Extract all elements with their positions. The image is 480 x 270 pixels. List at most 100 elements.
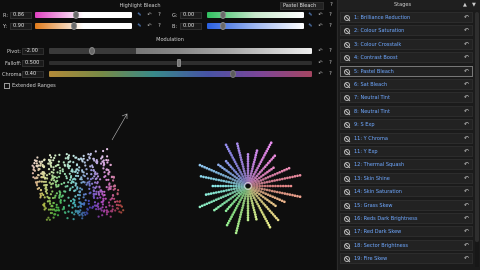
stage-item[interactable]: 15: Grass Skew ↶	[340, 199, 473, 211]
slider-knob[interactable]	[230, 70, 236, 78]
hue-value-r[interactable]: 0.86	[10, 12, 32, 19]
chroma-value[interactable]: 0.40	[22, 71, 44, 78]
hue-slider-b[interactable]	[207, 22, 304, 30]
help-icon[interactable]: ?	[156, 23, 163, 30]
slider-knob[interactable]	[220, 11, 226, 19]
help-icon[interactable]: ?	[327, 60, 334, 67]
disable-icon[interactable]	[344, 175, 350, 182]
slider-knob[interactable]	[177, 59, 181, 67]
move-down-icon[interactable]: ▼	[472, 2, 476, 8]
reset-icon[interactable]: ↶	[464, 121, 469, 128]
reset-icon[interactable]: ↶	[464, 68, 469, 75]
reset-icon[interactable]: ↶	[464, 175, 469, 182]
stage-item[interactable]: 12: Thermal Squash ↶	[340, 159, 473, 171]
reset-icon[interactable]: ↶	[146, 23, 153, 30]
reset-icon[interactable]: ↶	[464, 41, 469, 48]
help-icon[interactable]: ?	[327, 71, 334, 78]
eyedropper-icon[interactable]: ✎	[136, 23, 143, 30]
reset-icon[interactable]: ↶	[464, 161, 469, 168]
disable-icon[interactable]	[344, 202, 350, 209]
hue-value-b[interactable]: 0.00	[180, 23, 202, 30]
stage-item[interactable]: 11: Y Chroma ↶	[340, 132, 473, 144]
stage-item[interactable]: 3: Colour Crosstalk ↶	[340, 38, 473, 50]
stage-item[interactable]: 9: S Exp ↶	[340, 119, 473, 131]
stage-item[interactable]: 14: Skin Saturation ↶	[340, 186, 473, 198]
reset-icon[interactable]: ↶	[464, 135, 469, 142]
pivot-slider[interactable]	[49, 47, 312, 55]
help-icon[interactable]: ?	[156, 12, 163, 19]
scrollbar[interactable]	[475, 12, 479, 267]
disable-icon[interactable]	[344, 15, 350, 21]
help-icon[interactable]: ?	[328, 2, 335, 9]
help-icon[interactable]: ?	[327, 12, 334, 19]
reset-icon[interactable]: ↶	[464, 94, 469, 101]
move-up-icon[interactable]: ▲	[463, 2, 467, 8]
reset-icon[interactable]: ↶	[464, 27, 469, 34]
stage-item[interactable]: 6: Sat Bleach ↶	[340, 79, 473, 90]
slider-knob[interactable]	[220, 22, 226, 30]
disable-icon[interactable]	[344, 108, 350, 115]
stage-item[interactable]: 8: Neutral Tint ↶	[340, 105, 473, 117]
disable-icon[interactable]	[344, 189, 350, 196]
stage-item[interactable]: 7: Neutral Tint ↶	[340, 92, 473, 104]
disable-icon[interactable]	[344, 216, 350, 222]
slider-knob[interactable]	[73, 11, 79, 19]
stage-item[interactable]: 5: Pastel Bleach ↶	[340, 65, 473, 77]
reset-icon[interactable]: ↶	[464, 202, 469, 209]
reset-icon[interactable]: ↶	[146, 12, 153, 19]
reset-icon[interactable]: ↶	[464, 188, 469, 195]
disable-icon[interactable]	[344, 28, 350, 35]
disable-icon[interactable]	[344, 229, 350, 236]
stage-item[interactable]: 16: Reds Dark Brightness ↶	[340, 213, 473, 224]
reset-icon[interactable]: ↶	[464, 228, 469, 235]
reset-icon[interactable]: ↶	[317, 71, 324, 78]
eyedropper-icon[interactable]: ✎	[307, 23, 314, 30]
disable-icon[interactable]	[344, 256, 350, 263]
reset-icon[interactable]: ↶	[317, 12, 324, 19]
colour-volume-visualization[interactable]	[0, 92, 336, 270]
stage-item[interactable]: 13: Skin Shine ↶	[340, 172, 473, 184]
eyedropper-icon[interactable]: ✎	[136, 12, 143, 19]
stage-item[interactable]: 11: Y Exp ↶	[340, 146, 473, 157]
hue-value-g[interactable]: 0.00	[180, 12, 202, 19]
stage-item[interactable]: 19: Fire Skew ↶	[340, 253, 473, 265]
stage-item[interactable]: 18: Sector Brightness ↶	[340, 239, 473, 251]
stage-item[interactable]: 4: Contrast Boost ↶	[340, 52, 473, 64]
reset-icon[interactable]: ↶	[317, 48, 324, 55]
extended-ranges-checkbox[interactable]	[4, 83, 10, 89]
stage-item[interactable]: 17: Red Dark Skew ↶	[340, 226, 473, 238]
preset-select[interactable]: Pastel Bleach	[280, 2, 324, 10]
slider-knob[interactable]	[89, 47, 95, 55]
pivot-value[interactable]: -2.00	[22, 48, 44, 55]
hue-slider-r[interactable]	[35, 11, 132, 19]
reset-icon[interactable]: ↶	[317, 60, 324, 67]
reset-icon[interactable]: ↶	[464, 255, 469, 262]
disable-icon[interactable]	[344, 242, 350, 249]
reset-icon[interactable]: ↶	[317, 23, 324, 30]
disable-icon[interactable]	[344, 68, 350, 75]
disable-icon[interactable]	[344, 149, 350, 155]
reset-icon[interactable]: ↶	[464, 242, 469, 249]
reset-icon[interactable]: ↶	[464, 14, 469, 21]
disable-icon[interactable]	[344, 82, 350, 88]
reset-icon[interactable]: ↶	[464, 108, 469, 115]
reset-icon[interactable]: ↶	[464, 81, 469, 88]
reset-icon[interactable]: ↶	[464, 215, 469, 222]
hue-slider-y[interactable]	[35, 22, 132, 30]
help-icon[interactable]: ?	[327, 48, 334, 55]
reset-icon[interactable]: ↶	[464, 54, 469, 61]
falloff-value[interactable]: 0.500	[22, 60, 44, 67]
eyedropper-icon[interactable]: ✎	[307, 12, 314, 19]
slider-knob[interactable]	[71, 22, 77, 30]
stage-item[interactable]: 1: Brilliance Reduction ↶	[340, 12, 473, 23]
falloff-slider[interactable]	[49, 59, 312, 67]
disable-icon[interactable]	[344, 122, 350, 129]
stage-item[interactable]: 2: Colour Saturation ↶	[340, 25, 473, 37]
hue-slider-g[interactable]	[207, 11, 304, 19]
disable-icon[interactable]	[344, 55, 350, 62]
help-icon[interactable]: ?	[327, 23, 334, 30]
hue-value-y[interactable]: 0.90	[10, 23, 32, 30]
scrollbar-thumb[interactable]	[475, 12, 479, 242]
disable-icon[interactable]	[344, 41, 350, 48]
disable-icon[interactable]	[344, 135, 350, 142]
